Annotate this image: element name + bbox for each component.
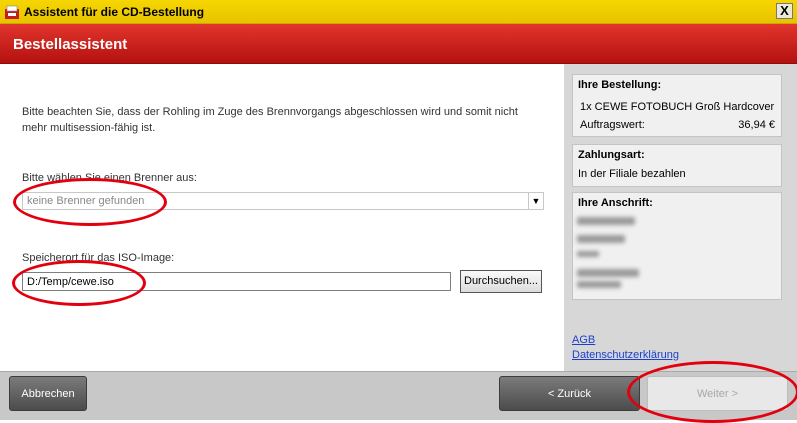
window-title: Assistent für die CD-Bestellung [24,5,205,19]
privacy-link[interactable]: Datenschutzerklärung [572,349,679,361]
burner-select-value: keine Brenner gefunden [27,195,145,207]
order-title: Ihre Bestellung: [578,79,662,91]
chevron-down-icon[interactable]: ▼ [528,193,543,209]
close-button[interactable]: X [776,3,793,19]
redacted-address-line [577,235,625,243]
order-value-label: Auftragswert: [580,119,645,131]
order-item: 1x CEWE FOTOBUCH Groß Hardcover [580,101,775,113]
cancel-button[interactable]: Abbrechen [9,376,87,411]
wizard-header: Bestellassistent [0,24,797,64]
title-bar: Assistent für die CD-Bestellung X [0,0,797,24]
back-button[interactable]: < Zurück [499,376,640,411]
address-title: Ihre Anschrift: [578,197,653,209]
payment-title: Zahlungsart: [578,149,645,161]
order-value: 36,94 € [738,119,775,131]
close-icon[interactable]: X [780,3,789,18]
payment-method: In der Filiale bezahlen [578,168,686,180]
order-sidebar: Ihre Bestellung: 1x CEWE FOTOBUCH Groß H… [564,64,797,371]
address-panel: Ihre Anschrift: [572,192,782,300]
redacted-address-line [577,269,639,277]
burner-select[interactable]: keine Brenner gefunden ▼ [22,192,544,210]
app-icon [5,5,19,19]
next-button[interactable]: Weiter > [647,376,788,411]
agb-link[interactable]: AGB [572,334,595,346]
redacted-address-line [577,281,621,288]
page-title: Bestellassistent [13,36,128,53]
redacted-address-line [577,251,599,257]
redacted-address-line [577,217,635,225]
browse-button[interactable]: Durchsuchen... [460,270,542,293]
payment-panel: Zahlungsart: In der Filiale bezahlen [572,144,782,187]
notice-text: Bitte beachten Sie, dass der Rohling im … [22,106,518,134]
iso-label: Speicherort für das ISO-Image: [22,252,175,264]
order-panel: Ihre Bestellung: 1x CEWE FOTOBUCH Groß H… [572,74,782,137]
main-panel: Bitte beachten Sie, dass der Rohling im … [4,64,564,371]
burner-label: Bitte wählen Sie einen Brenner aus: [22,172,197,184]
iso-path-input[interactable] [22,272,451,291]
